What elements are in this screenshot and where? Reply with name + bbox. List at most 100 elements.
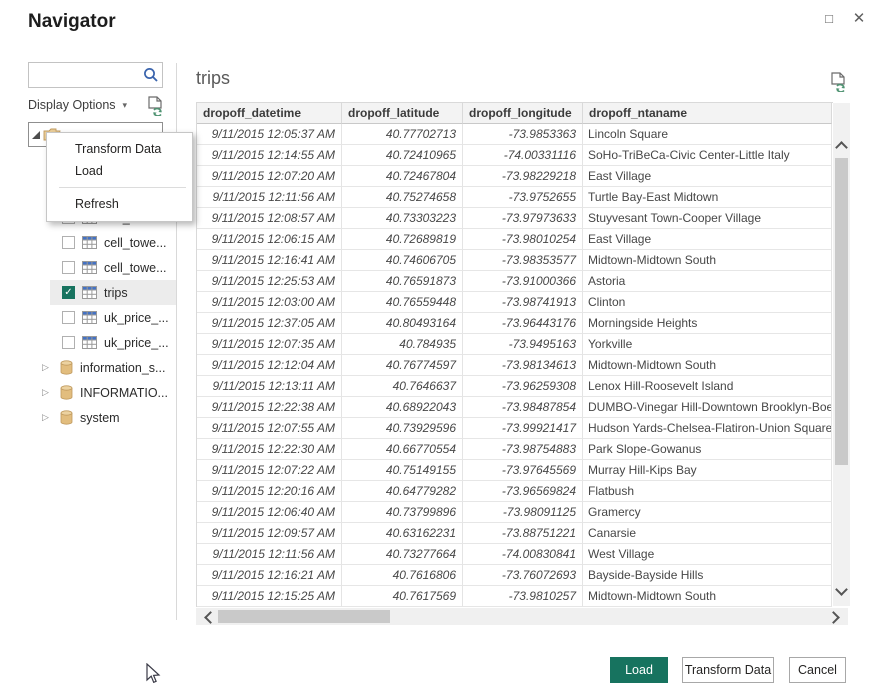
sidebar-item-label: INFORMATIO... — [80, 386, 168, 400]
close-button[interactable]: ✕ — [848, 8, 870, 28]
menu-item-refresh[interactable]: Refresh — [47, 193, 192, 215]
table-row: 9/11/2015 12:06:15 AM40.72689819-73.9801… — [197, 229, 833, 250]
table-cell: 9/11/2015 12:03:00 AM — [197, 292, 342, 313]
table-cell: 40.63162231 — [342, 523, 463, 544]
maximize-button[interactable]: □ — [818, 8, 840, 28]
table-icon — [82, 236, 97, 249]
table-cell: -73.9495163 — [463, 334, 583, 355]
table-cell: 40.784935 — [342, 334, 463, 355]
menu-item-transform-data[interactable]: Transform Data — [47, 138, 192, 160]
navigator-dialog: { "window": { "title": "Navigator", "max… — [0, 0, 873, 691]
item-checkbox[interactable]: ✓ — [62, 286, 75, 299]
search-input[interactable] — [33, 65, 142, 85]
table-cell: Turtle Bay-East Midtown — [583, 187, 832, 208]
table-cell: -73.98010254 — [463, 229, 583, 250]
item-checkbox[interactable] — [62, 311, 75, 324]
table-cell: 40.77702713 — [342, 124, 463, 145]
table-cell: Clinton — [583, 292, 832, 313]
refresh-preview-icon[interactable] — [146, 96, 164, 116]
table-cell: -73.98134613 — [463, 355, 583, 376]
table-cell: 9/11/2015 12:07:35 AM — [197, 334, 342, 355]
load-button[interactable]: Load — [610, 657, 668, 683]
table-cell: -73.9810257 — [463, 586, 583, 607]
sidebar-item-label: system — [80, 411, 120, 425]
sidebar-item-cell-towers-3[interactable]: cell_towe... — [28, 255, 176, 280]
column-header-dropoff_datetime[interactable]: dropoff_datetime — [197, 103, 342, 124]
table-cell: SoHo-TriBeCa-Civic Center-Little Italy — [583, 145, 832, 166]
sidebar-item-label: uk_price_... — [104, 336, 169, 350]
table-cell: 9/11/2015 12:12:04 AM — [197, 355, 342, 376]
sidebar-item-information-schema-upper[interactable]: ▷ INFORMATIO... — [28, 380, 176, 405]
table-cell: 9/11/2015 12:06:15 AM — [197, 229, 342, 250]
expand-collapse-icon[interactable]: ▷ — [42, 362, 54, 373]
table-cell: 40.73799896 — [342, 502, 463, 523]
expand-collapse-icon[interactable]: ▷ — [42, 387, 54, 398]
search-box[interactable] — [28, 62, 163, 88]
display-options-dropdown[interactable]: Display Options ▾ — [28, 98, 127, 112]
table-cell: -73.98091125 — [463, 502, 583, 523]
table-cell: Park Slope-Gowanus — [583, 439, 832, 460]
table-cell: 40.76591873 — [342, 271, 463, 292]
scroll-left-icon[interactable] — [204, 611, 217, 624]
column-header-dropoff_longitude[interactable]: dropoff_longitude — [463, 103, 583, 124]
table-row: 9/11/2015 12:03:00 AM40.76559448-73.9874… — [197, 292, 833, 313]
table-cell: 9/11/2015 12:20:16 AM — [197, 481, 342, 502]
refresh-preview-icon[interactable] — [829, 72, 847, 92]
table-cell: 40.73303223 — [342, 208, 463, 229]
table-cell: -73.98741913 — [463, 292, 583, 313]
table-cell: 9/11/2015 12:37:05 AM — [197, 313, 342, 334]
sidebar-item-uk-price-1[interactable]: uk_price_... — [28, 305, 176, 330]
table-cell: 40.64779282 — [342, 481, 463, 502]
table-row: 9/11/2015 12:16:41 AM40.74606705-73.9835… — [197, 250, 833, 271]
table-row: 9/11/2015 12:11:56 AM40.73277664-74.0083… — [197, 544, 833, 565]
table-cell: Midtown-Midtown South — [583, 355, 832, 376]
sidebar-item-cell-towers-2[interactable]: cell_towe... — [28, 230, 176, 255]
column-header-dropoff_ntaname[interactable]: dropoff_ntaname — [583, 103, 832, 124]
table-row: 9/11/2015 12:16:21 AM40.7616806-73.76072… — [197, 565, 833, 586]
expand-collapse-icon[interactable] — [32, 131, 40, 139]
menu-item-load[interactable]: Load — [47, 160, 192, 182]
cancel-button[interactable]: Cancel — [789, 657, 846, 683]
table-row: 9/11/2015 12:37:05 AM40.80493164-73.9644… — [197, 313, 833, 334]
expand-collapse-icon[interactable]: ▷ — [42, 412, 54, 423]
item-checkbox[interactable] — [62, 236, 75, 249]
table-cell: 9/11/2015 12:16:41 AM — [197, 250, 342, 271]
table-cell: 40.68922043 — [342, 397, 463, 418]
preview-title: trips — [196, 68, 230, 89]
chevron-down-icon: ▾ — [123, 100, 128, 111]
vertical-scrollbar[interactable] — [833, 103, 850, 606]
horizontal-scrollbar[interactable] — [196, 608, 848, 625]
table-cell: 40.72689819 — [342, 229, 463, 250]
table-cell: 9/11/2015 12:13:11 AM — [197, 376, 342, 397]
table-cell: -73.88751221 — [463, 523, 583, 544]
table-cell: 9/11/2015 12:15:25 AM — [197, 586, 342, 607]
table-cell: 9/11/2015 12:11:56 AM — [197, 544, 342, 565]
scroll-down-icon[interactable] — [835, 583, 848, 596]
table-cell: 40.76559448 — [342, 292, 463, 313]
item-checkbox[interactable] — [62, 336, 75, 349]
sidebar-item-system[interactable]: ▷ system — [28, 405, 176, 430]
column-header-dropoff_latitude[interactable]: dropoff_latitude — [342, 103, 463, 124]
table-cell: Canarsie — [583, 523, 832, 544]
table-cell: 40.66770554 — [342, 439, 463, 460]
item-checkbox[interactable] — [62, 261, 75, 274]
table-cell: Midtown-Midtown South — [583, 586, 832, 607]
scroll-right-icon[interactable] — [827, 611, 840, 624]
table-cell: Lenox Hill-Roosevelt Island — [583, 376, 832, 397]
sidebar-item-label: trips — [104, 286, 128, 300]
table-cell: -74.00830841 — [463, 544, 583, 565]
table-row: 9/11/2015 12:07:20 AM40.72467804-73.9822… — [197, 166, 833, 187]
table-cell: Yorkville — [583, 334, 832, 355]
scroll-up-icon[interactable] — [835, 141, 848, 154]
table-cell: Flatbush — [583, 481, 832, 502]
transform-data-button[interactable]: Transform Data — [682, 657, 774, 683]
sidebar-item-trips[interactable]: ✓ trips — [28, 280, 176, 305]
table-row: 9/11/2015 12:15:25 AM40.7617569-73.98102… — [197, 586, 833, 607]
table-cell: DUMBO-Vinegar Hill-Downtown Brooklyn-Boe… — [583, 397, 832, 418]
table-cell: 9/11/2015 12:14:55 AM — [197, 145, 342, 166]
table-cell: Morningside Heights — [583, 313, 832, 334]
horizontal-scrollbar-thumb[interactable] — [218, 610, 390, 623]
sidebar-item-information-schema-lower[interactable]: ▷information_s... — [28, 355, 176, 380]
vertical-scrollbar-thumb[interactable] — [835, 158, 848, 465]
sidebar-item-uk-price-2[interactable]: uk_price_... — [28, 330, 176, 355]
